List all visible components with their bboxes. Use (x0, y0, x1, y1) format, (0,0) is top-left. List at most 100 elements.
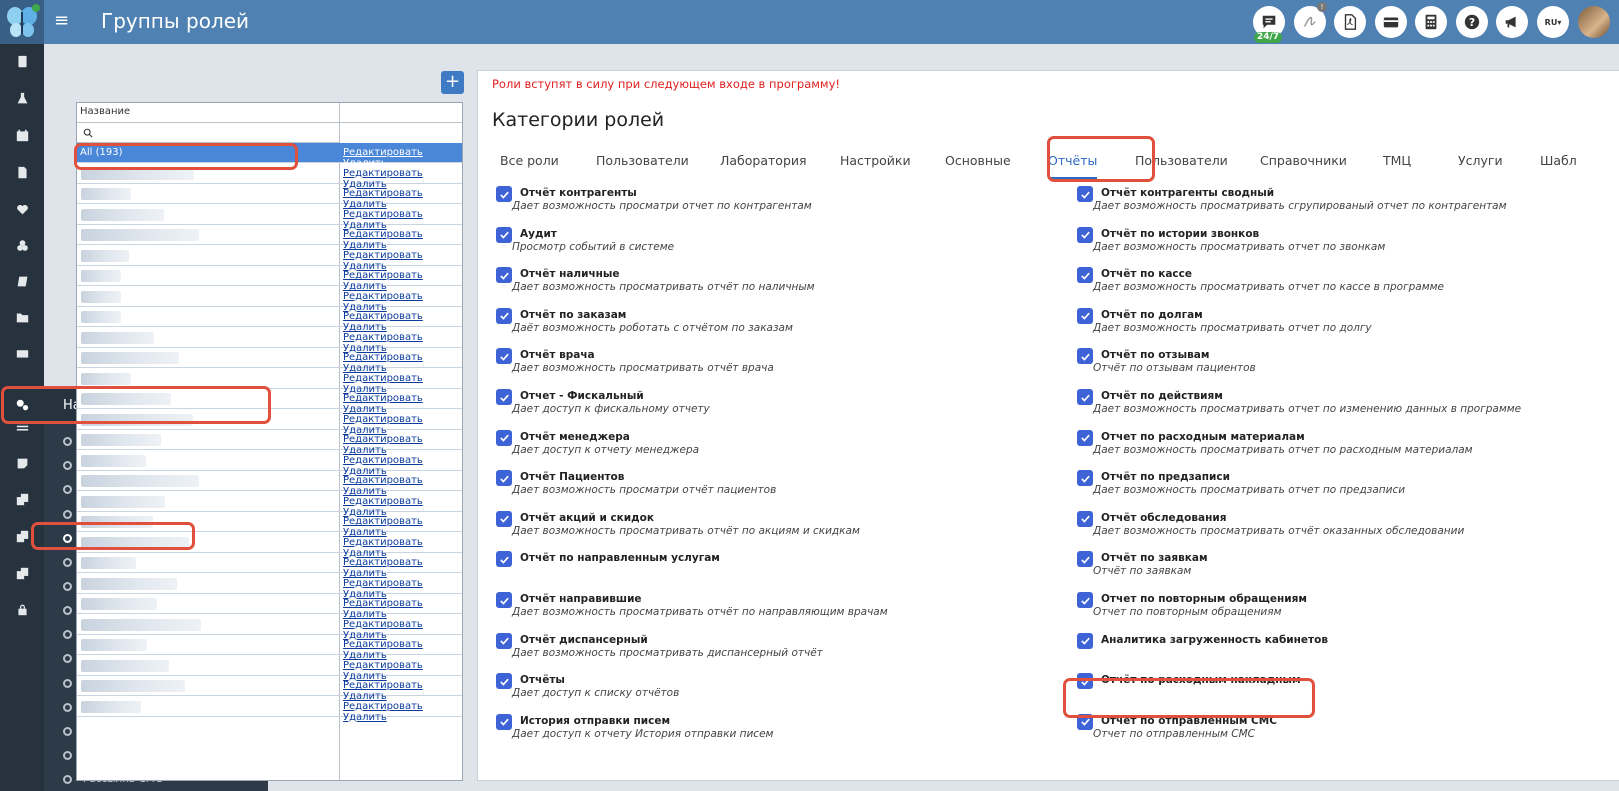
table-row[interactable]: Редактировать Удалить (77, 615, 462, 641)
edit-link[interactable]: Редактировать (343, 229, 423, 240)
permission-checkbox[interactable] (496, 510, 512, 527)
tab-item[interactable]: Все роли (500, 149, 559, 179)
edit-link[interactable]: Редактировать (343, 455, 423, 466)
edit-link[interactable]: Редактировать (343, 373, 423, 384)
table-row[interactable]: Редактировать Удалить (77, 553, 462, 579)
sidebar-finance[interactable] (0, 338, 44, 368)
edit-link[interactable]: Редактировать (343, 680, 423, 691)
edit-link[interactable]: Редактировать (343, 598, 423, 609)
table-row[interactable]: Редактировать Удалить (77, 451, 462, 477)
tab-item[interactable]: Отчёты (1048, 149, 1098, 179)
user-avatar[interactable] (1578, 6, 1610, 38)
permission-checkbox[interactable] (496, 226, 512, 243)
table-row[interactable]: Редактировать Удалить (77, 328, 462, 354)
edit-link[interactable]: Редактировать (343, 619, 423, 630)
table-row[interactable]: Редактировать Удалить (77, 184, 462, 210)
permission-checkbox[interactable] (496, 186, 512, 202)
permission-checkbox[interactable] (496, 348, 512, 365)
sidebar-copy-3[interactable] (0, 558, 44, 588)
sidebar-health[interactable] (0, 194, 44, 224)
tab-item[interactable]: ТМЦ (1383, 149, 1411, 179)
tab-item[interactable]: Услуги (1458, 149, 1503, 179)
sidebar-documents[interactable] (0, 157, 44, 187)
edit-link[interactable]: Редактировать (343, 188, 423, 199)
edit-link[interactable]: Редактировать (343, 414, 423, 425)
table-row[interactable]: Редактировать Удалить (77, 656, 462, 682)
permission-checkbox[interactable] (1077, 307, 1093, 324)
tab-item[interactable]: Шабл (1540, 149, 1577, 179)
table-row[interactable]: Редактировать Удалить (77, 307, 462, 333)
permission-checkbox[interactable] (1077, 429, 1093, 446)
language-selector[interactable]: RU ▾ (1537, 6, 1569, 38)
edit-link[interactable]: Редактировать (343, 660, 423, 671)
permission-checkbox[interactable] (1077, 226, 1093, 243)
permission-checkbox[interactable] (1077, 389, 1093, 405)
sidebar-contacts[interactable] (0, 46, 44, 76)
table-row[interactable]: Редактировать Удалить (77, 164, 462, 190)
permission-checkbox[interactable] (1077, 470, 1093, 487)
edit-link[interactable]: Редактировать (343, 434, 423, 445)
sidebar-laboratory[interactable] (0, 83, 44, 113)
permission-checkbox[interactable] (496, 673, 512, 690)
permission-checkbox[interactable] (496, 389, 512, 405)
search-input[interactable] (97, 125, 332, 140)
permission-checkbox[interactable] (496, 470, 512, 487)
tab-item[interactable]: Пользователи (1135, 149, 1228, 179)
sidebar-lock[interactable] (0, 594, 44, 624)
table-row[interactable]: Редактировать Удалить (77, 246, 462, 272)
table-row[interactable]: Редактировать Удалить (77, 471, 462, 497)
table-row[interactable]: Редактировать Удалить (77, 205, 462, 231)
permission-checkbox[interactable] (496, 267, 512, 284)
edit-link[interactable]: Редактировать (343, 291, 423, 302)
edit-link[interactable]: Редактировать (343, 168, 423, 179)
permission-checkbox[interactable] (1077, 632, 1093, 649)
pdf-button[interactable] (1334, 6, 1366, 38)
table-row[interactable]: Редактировать Удалить (77, 369, 462, 395)
tab-item[interactable]: Лаборатория (720, 149, 807, 179)
table-row[interactable]: Редактировать Удалить (77, 348, 462, 374)
permission-checkbox[interactable] (496, 632, 512, 649)
payment-card-button[interactable] (1375, 6, 1407, 38)
delete-link[interactable]: Удалить (343, 712, 387, 723)
table-row[interactable]: Редактировать Удалить (77, 410, 462, 436)
edit-link[interactable]: Редактировать (343, 475, 423, 486)
permission-checkbox[interactable] (1077, 267, 1093, 284)
table-row[interactable]: Редактировать Удалить (77, 676, 462, 702)
sidebar-network[interactable] (0, 230, 44, 260)
edit-link[interactable]: Редактировать (343, 537, 423, 548)
app-logo[interactable] (0, 0, 44, 44)
permission-checkbox[interactable] (1077, 186, 1093, 202)
sidebar-book[interactable] (0, 266, 44, 296)
tab-item[interactable]: Пользователи (596, 149, 689, 179)
edit-link[interactable]: Редактировать (343, 578, 423, 589)
edit-link[interactable]: Редактировать (343, 701, 423, 712)
permission-checkbox[interactable] (1077, 510, 1093, 527)
tab-item[interactable]: Справочники (1260, 149, 1347, 179)
permission-checkbox[interactable] (496, 713, 512, 730)
table-row[interactable]: Редактировать Удалить (77, 225, 462, 251)
table-row[interactable]: All (193) Редактировать Удалить (77, 143, 462, 169)
edit-link[interactable]: Редактировать (343, 557, 423, 568)
edit-link[interactable]: Редактировать (343, 352, 423, 363)
edit-link[interactable]: Редактировать (343, 311, 423, 322)
permission-checkbox[interactable] (1077, 348, 1093, 365)
tab-item[interactable]: Настройки (840, 149, 911, 179)
edit-link[interactable]: Редактировать (343, 209, 423, 220)
edit-link[interactable]: Редактировать (343, 496, 423, 507)
permission-checkbox[interactable] (1077, 673, 1093, 690)
help-button[interactable]: ? (1456, 6, 1488, 38)
sidebar-calendar[interactable] (0, 120, 44, 150)
table-row[interactable]: Редактировать Удалить (77, 512, 462, 538)
calculator-button[interactable] (1415, 6, 1447, 38)
table-row[interactable]: Редактировать Удалить (77, 266, 462, 292)
edit-link[interactable]: Редактировать (343, 270, 423, 281)
table-row[interactable]: Редактировать Удалить (77, 389, 462, 415)
menu-toggle-icon[interactable]: ≡ (54, 9, 69, 33)
table-row[interactable]: Редактировать Удалить (77, 430, 462, 456)
permission-checkbox[interactable] (496, 429, 512, 446)
table-row[interactable]: Редактировать Удалить (77, 492, 462, 518)
permission-checkbox[interactable] (1077, 592, 1093, 608)
sidebar-notes[interactable] (0, 448, 44, 478)
edit-link[interactable]: Редактировать (343, 516, 423, 527)
edit-link[interactable]: Редактировать (343, 639, 423, 650)
